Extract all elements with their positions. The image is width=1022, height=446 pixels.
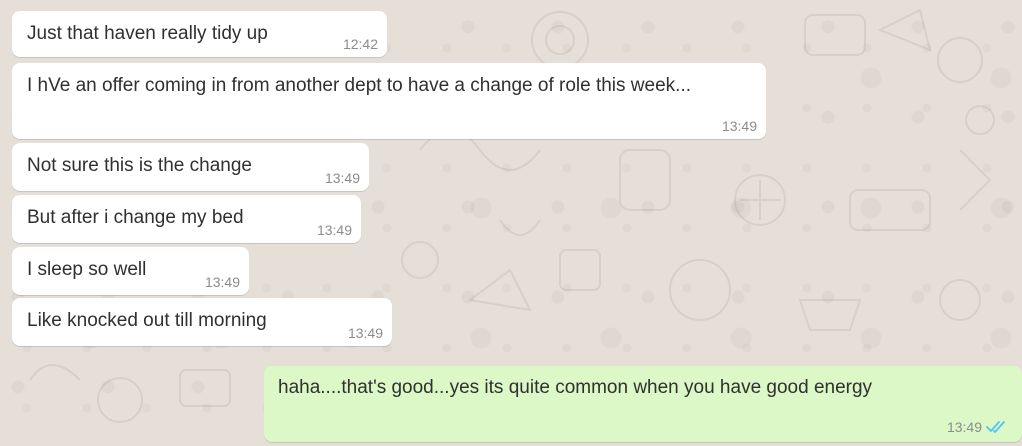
double-check-icon: [986, 421, 1005, 433]
incoming-message[interactable]: Like knocked out till morning 13:49: [12, 298, 392, 346]
message-timestamp: 12:42: [342, 36, 378, 52]
message-text: But after i change my bed: [27, 207, 244, 228]
message-timestamp: 13:49: [946, 419, 982, 435]
message-text: Like knocked out till morning: [27, 310, 267, 331]
message-timestamp: 13:49: [347, 325, 383, 341]
message-text: I sleep so well: [27, 259, 147, 280]
incoming-message[interactable]: I hVe an offer coming in from another de…: [12, 63, 766, 139]
outgoing-message[interactable]: haha....that's good...yes its quite comm…: [264, 366, 1022, 442]
incoming-message[interactable]: Just that haven really tidy up 12:42: [12, 11, 387, 57]
message-text: Not sure this is the change: [27, 155, 252, 176]
incoming-message[interactable]: Not sure this is the change 13:49: [12, 143, 369, 191]
message-text: haha....that's good...yes its quite comm…: [278, 377, 873, 398]
message-timestamp: 13:49: [204, 274, 240, 290]
incoming-message[interactable]: But after i change my bed 13:49: [12, 195, 361, 243]
message-text: I hVe an offer coming in from another de…: [27, 75, 691, 96]
message-timestamp: 13:49: [316, 222, 352, 238]
message-text: Just that haven really tidy up: [27, 23, 268, 44]
incoming-message[interactable]: I sleep so well 13:49: [12, 247, 249, 295]
message-timestamp: 13:49: [324, 170, 360, 186]
message-timestamp: 13:49: [721, 118, 757, 134]
